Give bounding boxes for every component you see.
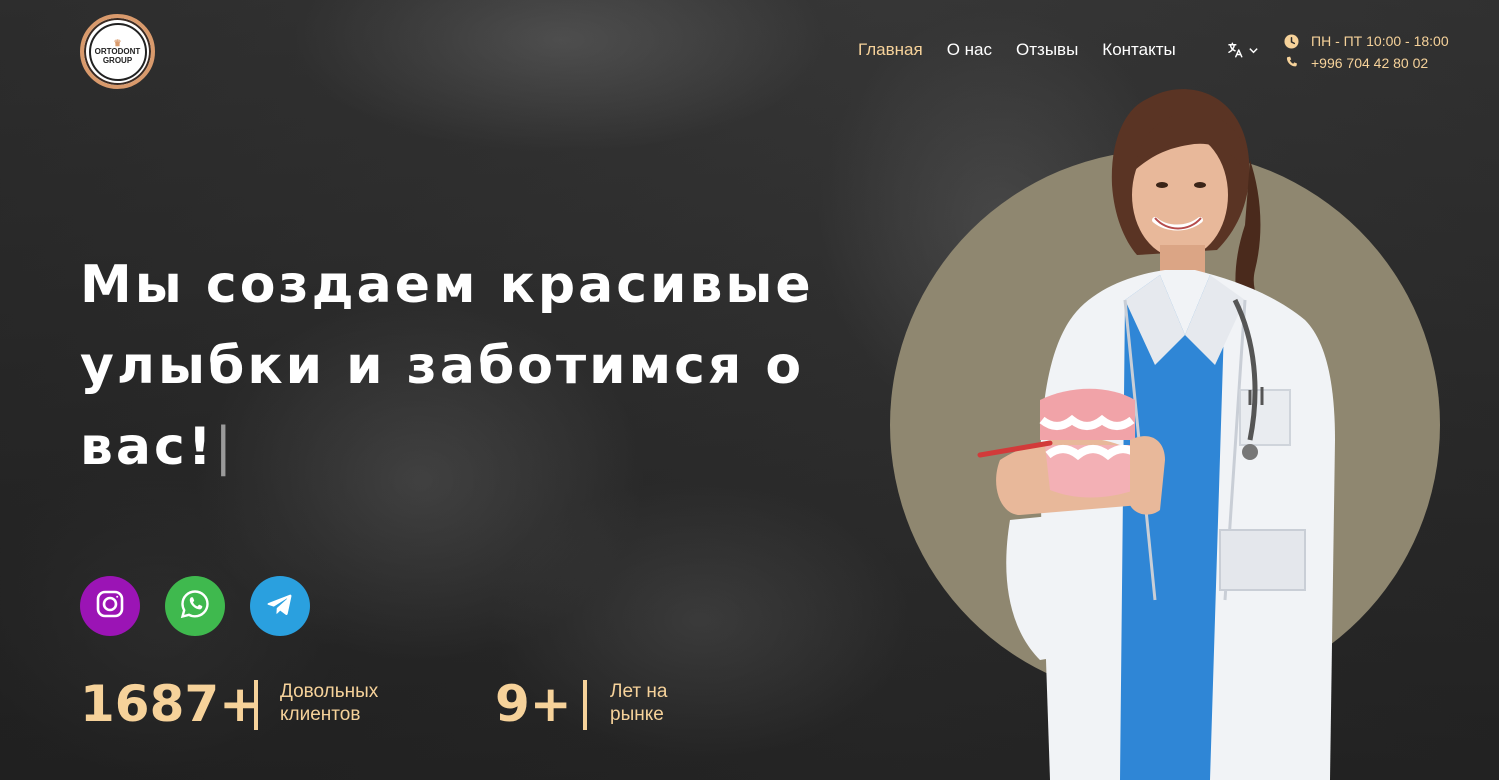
working-hours-text: ПН - ПТ 10:00 - 18:00: [1311, 33, 1449, 49]
typing-cursor: |: [214, 417, 233, 477]
clock-icon: [1284, 33, 1299, 49]
stat-years-label: Лет на рынке: [610, 680, 667, 726]
logo[interactable]: ♛ ORTODONT GROUP: [80, 14, 155, 89]
working-hours: ПН - ПТ 10:00 - 18:00: [1284, 30, 1449, 52]
logo-emblem: ♛ ORTODONT GROUP: [88, 22, 147, 81]
stat-divider: [583, 680, 587, 730]
social-links: [80, 576, 310, 636]
telegram-icon: [264, 588, 296, 624]
nav-item-reviews[interactable]: Отзывы: [1016, 40, 1078, 60]
stat-clients-label-line2: клиентов: [280, 704, 361, 725]
instagram-icon: [94, 588, 126, 624]
hero-title: Мы создаем красивые улыбки и заботимся о…: [80, 245, 820, 488]
stat-clients-value: 1687+: [80, 675, 262, 733]
nav-item-contacts[interactable]: Контакты: [1102, 40, 1175, 60]
stat-divider: [254, 680, 258, 730]
stat-years-label-line2: рынке: [610, 704, 664, 725]
hero-title-line3: вас!: [80, 417, 215, 477]
stats-section: 1687+ Довольных клиентов 9+ Лет на рынке: [80, 676, 780, 736]
stat-years-label-line1: Лет на: [610, 681, 668, 702]
hero-title-line2: улыбки и заботимся о: [80, 336, 805, 396]
hero-title-line1: Мы создаем красивые: [80, 255, 814, 315]
main-navigation: Главная О нас Отзывы Контакты: [858, 40, 1200, 60]
whatsapp-button[interactable]: [165, 576, 225, 636]
doctor-photo: [977, 89, 1335, 780]
instagram-button[interactable]: [80, 576, 140, 636]
stat-clients-label: Довольных клиентов: [280, 680, 378, 726]
logo-text-line2: GROUP: [102, 55, 133, 65]
telegram-button[interactable]: [250, 576, 310, 636]
nav-item-home[interactable]: Главная: [858, 40, 923, 60]
tooth-crown-icon: ♛: [113, 37, 122, 48]
whatsapp-icon: [179, 588, 211, 624]
stat-clients-label-line1: Довольных: [280, 681, 379, 702]
stat-years-value: 9+: [495, 675, 572, 733]
logo-text-line1: ORTODONT: [94, 46, 141, 56]
chevron-down-icon: [1248, 45, 1259, 59]
nav-item-about[interactable]: О нас: [947, 40, 992, 60]
